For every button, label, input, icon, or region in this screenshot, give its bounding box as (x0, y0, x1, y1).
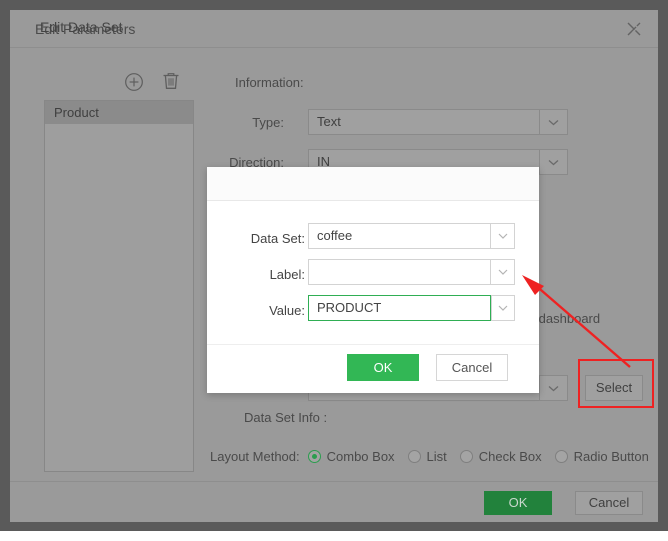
layout-method-label: Layout Method: (210, 448, 300, 464)
chevron-down-icon[interactable] (491, 295, 515, 321)
radio-combo-box[interactable]: Combo Box (307, 448, 395, 464)
data-set-label: Data Set: (250, 231, 305, 246)
radio-icon (307, 449, 321, 463)
application-window: Edit Parameters Product Information: Typ… (0, 0, 668, 531)
chevron-down-icon[interactable] (539, 376, 567, 400)
label-field[interactable] (308, 259, 515, 285)
cancel-button[interactable]: Cancel (575, 491, 643, 515)
radio-radio-button[interactable]: Radio Button (554, 448, 649, 464)
circle-plus-icon[interactable] (123, 71, 145, 93)
radio-icon (459, 449, 473, 463)
type-combo[interactable]: Text (308, 109, 568, 135)
label-input[interactable] (308, 259, 491, 285)
label-label: Label: (269, 267, 305, 282)
type-label: Type: (252, 115, 284, 130)
dataset-info-label: Data Set Info : (244, 410, 328, 425)
chevron-down-icon[interactable] (491, 259, 515, 285)
type-combo-value: Text (317, 114, 341, 129)
select-button[interactable]: Select (585, 375, 643, 401)
trash-icon[interactable] (160, 70, 182, 92)
radio-combo-box-label: Combo Box (326, 448, 395, 464)
radio-list[interactable]: List (407, 448, 447, 464)
value-label: Value: (269, 303, 305, 318)
value-input[interactable]: PRODUCT (308, 295, 491, 321)
radio-check-box-label: Check Box (478, 448, 542, 464)
data-set-input[interactable]: coffee (308, 223, 491, 249)
radio-radio-button-label: Radio Button (573, 448, 649, 464)
chevron-down-icon[interactable] (539, 110, 567, 134)
information-label: Information: (235, 75, 304, 90)
radio-icon (554, 449, 568, 463)
layout-method-row: Layout Method: Combo Box List Check Box … (210, 446, 662, 466)
data-set-field[interactable]: coffee (308, 223, 515, 249)
radio-icon (407, 449, 421, 463)
radio-list-label: List (426, 448, 447, 464)
modal-cancel-button[interactable]: Cancel (436, 354, 508, 381)
dialog-footer: OK Cancel (10, 481, 658, 522)
parameter-list[interactable]: Product (44, 100, 194, 472)
radio-check-box[interactable]: Check Box (459, 448, 542, 464)
chevron-down-icon[interactable] (539, 150, 567, 174)
close-icon[interactable] (629, 19, 646, 36)
list-item[interactable]: Product (45, 101, 193, 124)
modal-ok-button[interactable]: OK (347, 354, 419, 381)
value-field[interactable]: PRODUCT (308, 295, 515, 321)
parameter-list-toolbar (115, 70, 195, 96)
ok-button[interactable]: OK (484, 491, 552, 515)
edit-parameters-dialog: Edit Parameters Product Information: Typ… (10, 10, 658, 522)
chevron-down-icon[interactable] (491, 223, 515, 249)
modal-titlebar (207, 167, 539, 201)
modal-title: Edit Data Set (40, 19, 123, 35)
